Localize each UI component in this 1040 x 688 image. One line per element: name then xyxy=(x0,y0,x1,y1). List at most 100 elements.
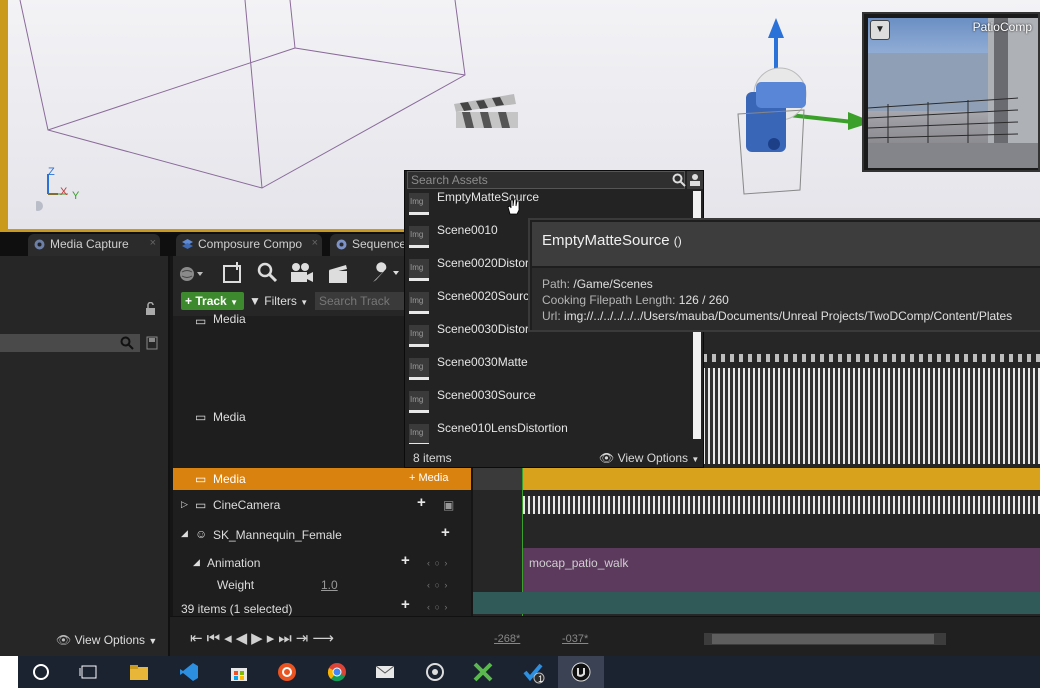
camera-track-section[interactable] xyxy=(523,496,1040,514)
asset-name: Scene010LensDistortion xyxy=(437,421,568,435)
chrome-icon[interactable] xyxy=(314,656,360,688)
path-label: Path: xyxy=(542,277,571,291)
transform-track-section[interactable] xyxy=(473,592,1040,614)
close-icon[interactable]: × xyxy=(150,237,156,249)
tooltip-header: EmptyMatteSource () xyxy=(532,222,1040,266)
preview-options-button[interactable]: ▼ xyxy=(870,20,890,40)
cortana-icon[interactable] xyxy=(18,656,64,688)
media-icon: ▭ xyxy=(195,472,207,486)
lock-icon[interactable] xyxy=(144,302,158,316)
track-row-animation[interactable]: ◢ Animation + ‹ ○ › xyxy=(173,552,471,574)
render-movie-icon[interactable] xyxy=(327,262,351,284)
save-icon[interactable] xyxy=(146,336,158,350)
track-row-mannequin[interactable]: ◢ ☺ SK_Mannequin_Female + xyxy=(173,522,471,548)
close-icon[interactable]: × xyxy=(312,237,318,249)
tab-label: Media Capture xyxy=(50,237,129,251)
asset-name: EmptyMatteSource xyxy=(437,190,540,204)
asset-item[interactable]: Img EmptyMatteSource xyxy=(407,185,693,218)
start-frame[interactable]: -268* xyxy=(494,633,520,645)
store-icon[interactable] xyxy=(216,656,262,688)
status-row: 39 items (1 selected) + ‹ ○ › xyxy=(173,596,471,618)
step-back-icon[interactable]: ◂ xyxy=(224,630,236,647)
filters-button[interactable]: ▼ Filters ▼ xyxy=(249,292,308,312)
key-navigation-icons[interactable]: ‹ ○ › xyxy=(427,558,448,568)
next-key-icon[interactable]: ⏭ xyxy=(278,630,296,647)
vscode-icon[interactable] xyxy=(166,656,212,688)
camera-cut-icon[interactable]: ▣ xyxy=(443,498,454,512)
weight-value[interactable]: 1.0 xyxy=(321,578,338,592)
play-icon[interactable]: ▶ xyxy=(251,630,267,647)
jump-to-start-icon[interactable]: ⇤ xyxy=(190,630,207,647)
texture-thumbnail: Img xyxy=(409,259,429,281)
plus-icon: + xyxy=(185,294,193,308)
file-explorer-icon[interactable] xyxy=(116,656,162,688)
media-track-section[interactable] xyxy=(703,368,1040,464)
jump-to-end-icon[interactable]: ⇥ xyxy=(296,630,313,647)
track-row-cinecamera[interactable]: ▷ ▭ CineCamera + ▣ xyxy=(173,494,471,518)
key-navigation-icons[interactable]: ‹ ○ › xyxy=(427,602,448,612)
add-button[interactable]: + xyxy=(417,494,426,511)
chevron-down-icon: ▼ xyxy=(230,298,238,307)
mail-icon[interactable] xyxy=(362,656,408,688)
add-media-button[interactable]: + Media xyxy=(409,472,448,484)
view-options-button[interactable]: 👁 View Options ▼ xyxy=(599,451,699,465)
asset-item[interactable]: Img Scene0030Source xyxy=(407,383,693,416)
loop-icon[interactable]: ⟶ xyxy=(312,630,338,647)
blender-icon[interactable] xyxy=(412,656,458,688)
media-selected-section[interactable] xyxy=(523,468,1040,490)
tab-composure-compositing[interactable]: Composure Compo × xyxy=(176,234,322,256)
details-panel: 👁 View Options ▼ xyxy=(0,256,170,656)
camera-icon[interactable] xyxy=(289,262,315,284)
texture-thumbnail: Img xyxy=(409,193,429,215)
wrench-icon[interactable] xyxy=(369,262,401,284)
track-row-media-selected[interactable]: ▭ Media + Media xyxy=(173,468,471,490)
expand-arrow-icon[interactable]: ▷ xyxy=(181,499,188,510)
view-options-button[interactable]: 👁 View Options ▼ xyxy=(56,633,157,647)
clapperboard-icon[interactable] xyxy=(452,92,520,130)
unreal-icon[interactable] xyxy=(558,656,604,688)
texture-thumbnail: Img xyxy=(409,292,429,314)
scrollbar-thumb[interactable] xyxy=(712,634,934,644)
details-search-input[interactable] xyxy=(0,334,140,352)
task-view-icon[interactable] xyxy=(66,656,112,688)
step-forward-icon[interactable]: ▸ xyxy=(267,630,279,647)
tab-sequencer[interactable]: Sequence xyxy=(330,234,410,256)
add-button[interactable]: + xyxy=(401,552,410,569)
media-track-section[interactable] xyxy=(703,354,1040,362)
track-row-weight[interactable]: Weight 1.0 ‹ ○ › xyxy=(173,574,471,596)
view-options-label: View Options xyxy=(617,451,689,465)
add-keyframe-icon[interactable] xyxy=(221,260,245,284)
view-options-label: View Options xyxy=(74,633,146,647)
collapse-arrow-icon[interactable]: ◢ xyxy=(193,557,200,568)
world-icon[interactable] xyxy=(179,266,205,282)
zoom-icon[interactable] xyxy=(257,262,279,284)
timeline-scrollbar[interactable] xyxy=(704,633,946,645)
texture-thumbnail: Img xyxy=(409,226,429,248)
asset-item[interactable]: Img Scene0030Matte xyxy=(407,350,693,383)
sequencer-toolbar: + Track ▼ ▼ Filters ▼ Search Track xyxy=(173,256,405,316)
add-button[interactable]: + xyxy=(401,596,410,613)
todo-icon[interactable]: 1 xyxy=(510,656,556,688)
play-reverse-icon[interactable]: ◀ xyxy=(236,630,252,647)
search-track-input[interactable]: Search Track xyxy=(315,292,405,310)
xmind-icon[interactable] xyxy=(460,656,506,688)
add-button[interactable]: + xyxy=(441,524,450,541)
animation-section[interactable]: mocap_patio_walk xyxy=(523,548,1040,592)
composure-preview[interactable]: ▼ PatioComp xyxy=(862,12,1040,172)
patio-preview-image xyxy=(868,18,1038,168)
add-track-button[interactable]: + Track ▼ xyxy=(181,292,244,310)
timeline-gutter xyxy=(473,468,523,490)
start-button[interactable] xyxy=(0,656,18,688)
ubuntu-icon[interactable] xyxy=(264,656,310,688)
asset-item[interactable]: Img Scene010LensDistortion xyxy=(407,416,693,444)
collapse-arrow-icon[interactable]: ◢ xyxy=(181,528,188,539)
camera-transform-gizmo[interactable] xyxy=(708,14,888,204)
tab-media-capture[interactable]: Media Capture × xyxy=(28,234,160,256)
previous-key-icon[interactable]: ⏮ xyxy=(207,630,225,647)
asset-name: Scene0020Distor xyxy=(437,256,530,270)
asset-tooltip: EmptyMatteSource () Path: /Game/Scenes C… xyxy=(528,218,1040,332)
texture-thumbnail: Img xyxy=(409,325,429,347)
asset-picker-footer: 8 items 👁 View Options ▼ xyxy=(405,445,703,467)
key-navigation-icons[interactable]: ‹ ○ › xyxy=(427,580,448,590)
end-frame[interactable]: -037* xyxy=(562,633,588,645)
